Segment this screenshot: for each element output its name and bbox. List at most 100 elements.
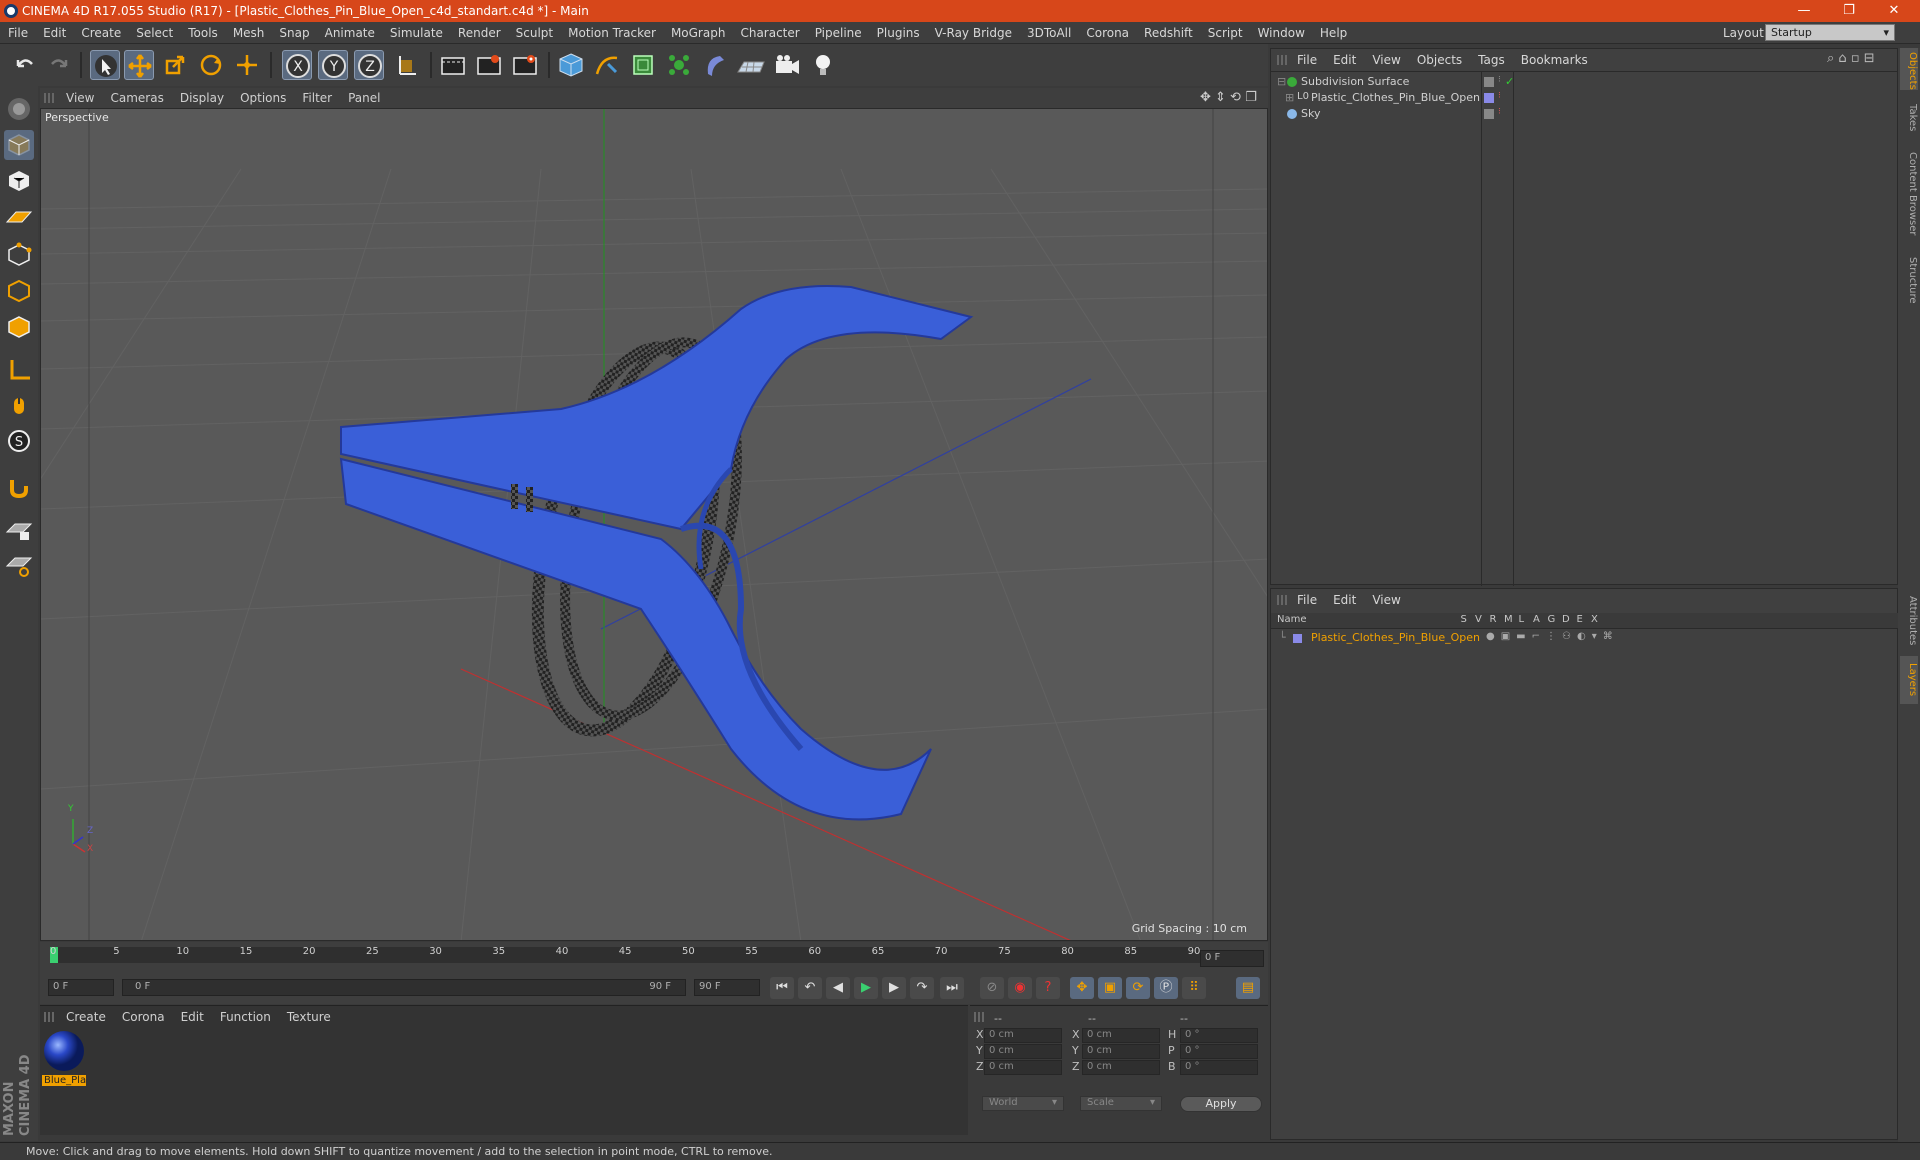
object-row-sky[interactable]: Sky ⁝: [1271, 107, 1899, 123]
coord-rot-field[interactable]: 0 °: [1180, 1060, 1258, 1075]
menu-v-ray-bridge[interactable]: V-Ray Bridge: [935, 26, 1012, 40]
menu-animate[interactable]: Animate: [325, 26, 375, 40]
key-pla-button[interactable]: ⠿: [1182, 977, 1206, 999]
goto-start-button[interactable]: ⏮: [770, 977, 794, 999]
render-view-button[interactable]: [438, 50, 468, 80]
next-key-button[interactable]: ↷: [910, 977, 934, 999]
viewport-menu-display[interactable]: Display: [180, 91, 224, 105]
viewport-menu-panel[interactable]: Panel: [348, 91, 380, 105]
key-position-button[interactable]: ✥: [1070, 977, 1094, 999]
previous-key-button[interactable]: ↶: [798, 977, 822, 999]
layer-column-g[interactable]: G: [1548, 614, 1556, 625]
start-frame-field[interactable]: 0 F: [48, 979, 114, 996]
menu-sculpt[interactable]: Sculpt: [516, 26, 553, 40]
menu-file[interactable]: File: [8, 26, 28, 40]
menu-plugins[interactable]: Plugins: [877, 26, 920, 40]
menu-help[interactable]: Help: [1320, 26, 1347, 40]
viewport-menu-filter[interactable]: Filter: [302, 91, 332, 105]
edges-mode-button[interactable]: [4, 276, 34, 306]
viewport-perspective[interactable]: Perspective Y Z X Grid Spacing : 10 cm: [40, 108, 1268, 941]
rotate-tool-button[interactable]: [196, 50, 226, 80]
menu-window[interactable]: Window: [1258, 26, 1305, 40]
menu-snap[interactable]: Snap: [279, 26, 309, 40]
locked-workplane-button[interactable]: [4, 514, 34, 544]
timeline-window-button[interactable]: ▤: [1236, 977, 1260, 999]
menu-tools[interactable]: Tools: [188, 26, 218, 40]
redo-button[interactable]: [44, 50, 74, 80]
object-row-subdivision-surface[interactable]: ⊟ Subdivision Surface ⁝ ✓: [1271, 75, 1899, 91]
snap-button[interactable]: S: [4, 426, 34, 456]
keyframe-selection-button[interactable]: ?: [1036, 977, 1060, 999]
layer-column-a[interactable]: A: [1533, 614, 1540, 625]
minimize-button[interactable]: —: [1795, 2, 1813, 20]
apply-button[interactable]: Apply: [1180, 1096, 1262, 1112]
floor-object-button[interactable]: [736, 50, 766, 80]
mograph-cloner-button[interactable]: [664, 50, 694, 80]
menu-redshift[interactable]: Redshift: [1144, 26, 1193, 40]
z-axis-lock-button[interactable]: Z: [354, 50, 384, 80]
key-parameter-button[interactable]: Ⓟ: [1154, 977, 1178, 999]
material-menu-create[interactable]: Create: [66, 1010, 106, 1024]
polygons-mode-button[interactable]: [4, 312, 34, 342]
material-menu-function[interactable]: Function: [220, 1010, 271, 1024]
layer-color-icon[interactable]: [1484, 93, 1494, 103]
menu-edit[interactable]: Edit: [43, 26, 66, 40]
axis-mode-button[interactable]: [4, 354, 34, 384]
points-mode-button[interactable]: [4, 240, 34, 270]
layer-column-m[interactable]: M: [1504, 614, 1513, 625]
workplane-mode-button[interactable]: [4, 202, 34, 232]
menu-3dtoall[interactable]: 3DToAll: [1027, 26, 1071, 40]
layer-column-s[interactable]: S: [1461, 614, 1467, 625]
tab-layers[interactable]: Layers: [1900, 656, 1918, 704]
play-button[interactable]: ▶: [854, 977, 878, 999]
layer-menu-view[interactable]: View: [1372, 593, 1400, 607]
layer-menu-file[interactable]: File: [1297, 593, 1317, 607]
material-menu-edit[interactable]: Edit: [181, 1010, 204, 1024]
layer-color-swatch[interactable]: [1293, 634, 1302, 643]
coord-mode-select[interactable]: Scale ▾: [1080, 1096, 1162, 1111]
object-menu-view[interactable]: View: [1372, 53, 1400, 67]
autokey-button[interactable]: ◉: [1008, 977, 1032, 999]
menu-simulate[interactable]: Simulate: [390, 26, 443, 40]
viewport-menu-view[interactable]: View: [66, 91, 94, 105]
material-menu-corona[interactable]: Corona: [122, 1010, 165, 1024]
object-menu-file[interactable]: File: [1297, 53, 1317, 67]
deformer-button[interactable]: [700, 50, 730, 80]
menu-script[interactable]: Script: [1208, 26, 1243, 40]
coord-rot-field[interactable]: 0 °: [1180, 1044, 1258, 1059]
menu-motion-tracker[interactable]: Motion Tracker: [568, 26, 656, 40]
previous-frame-button[interactable]: ◀: [826, 977, 850, 999]
layer-column-v[interactable]: V: [1475, 614, 1482, 625]
coord-rot-field[interactable]: 0 °: [1180, 1028, 1258, 1043]
key-scale-button[interactable]: ▣: [1098, 977, 1122, 999]
layer-flag-icons[interactable]: ●▣▬⌐⋮⚇◐▾⌘: [1486, 631, 1619, 642]
object-manager-tools[interactable]: ⌕ ⌂ ▫ ⊟: [1827, 51, 1875, 66]
menu-select[interactable]: Select: [136, 26, 173, 40]
menu-mesh[interactable]: Mesh: [233, 26, 265, 40]
layer-tag-icon[interactable]: [1484, 109, 1494, 119]
layer-column-x[interactable]: X: [1591, 614, 1598, 625]
layer-column-r[interactable]: R: [1490, 614, 1497, 625]
texture-mode-button[interactable]: [4, 166, 34, 196]
model-mode-button[interactable]: [4, 130, 34, 160]
key-rotation-button[interactable]: ⟳: [1126, 977, 1150, 999]
light-object-button[interactable]: [808, 50, 838, 80]
object-menu-bookmarks[interactable]: Bookmarks: [1521, 53, 1588, 67]
menu-character[interactable]: Character: [740, 26, 799, 40]
viewport-nav-icons[interactable]: ✥ ⇕ ⟲ ❐: [1200, 90, 1257, 105]
viewport-menu-cameras[interactable]: Cameras: [110, 91, 163, 105]
material-swatch[interactable]: Blue_Pla: [42, 1030, 86, 1086]
menu-corona[interactable]: Corona: [1086, 26, 1129, 40]
undo-button[interactable]: [10, 50, 40, 80]
coord-size-field[interactable]: 0 cm: [1082, 1060, 1160, 1075]
object-menu-tags[interactable]: Tags: [1478, 53, 1505, 67]
object-row-plastic-clothes-pin[interactable]: ⊞ L0 Plastic_Clothes_Pin_Blue_Open ⁝: [1271, 91, 1899, 107]
coord-system-select[interactable]: World ▾: [982, 1096, 1064, 1111]
menu-create[interactable]: Create: [81, 26, 121, 40]
tab-takes[interactable]: Takes: [1900, 98, 1918, 138]
camera-object-button[interactable]: [772, 50, 802, 80]
object-menu-edit[interactable]: Edit: [1333, 53, 1356, 67]
layer-menu-edit[interactable]: Edit: [1333, 593, 1356, 607]
layer-column-d[interactable]: D: [1562, 614, 1570, 625]
cube-object-button[interactable]: [556, 50, 586, 80]
